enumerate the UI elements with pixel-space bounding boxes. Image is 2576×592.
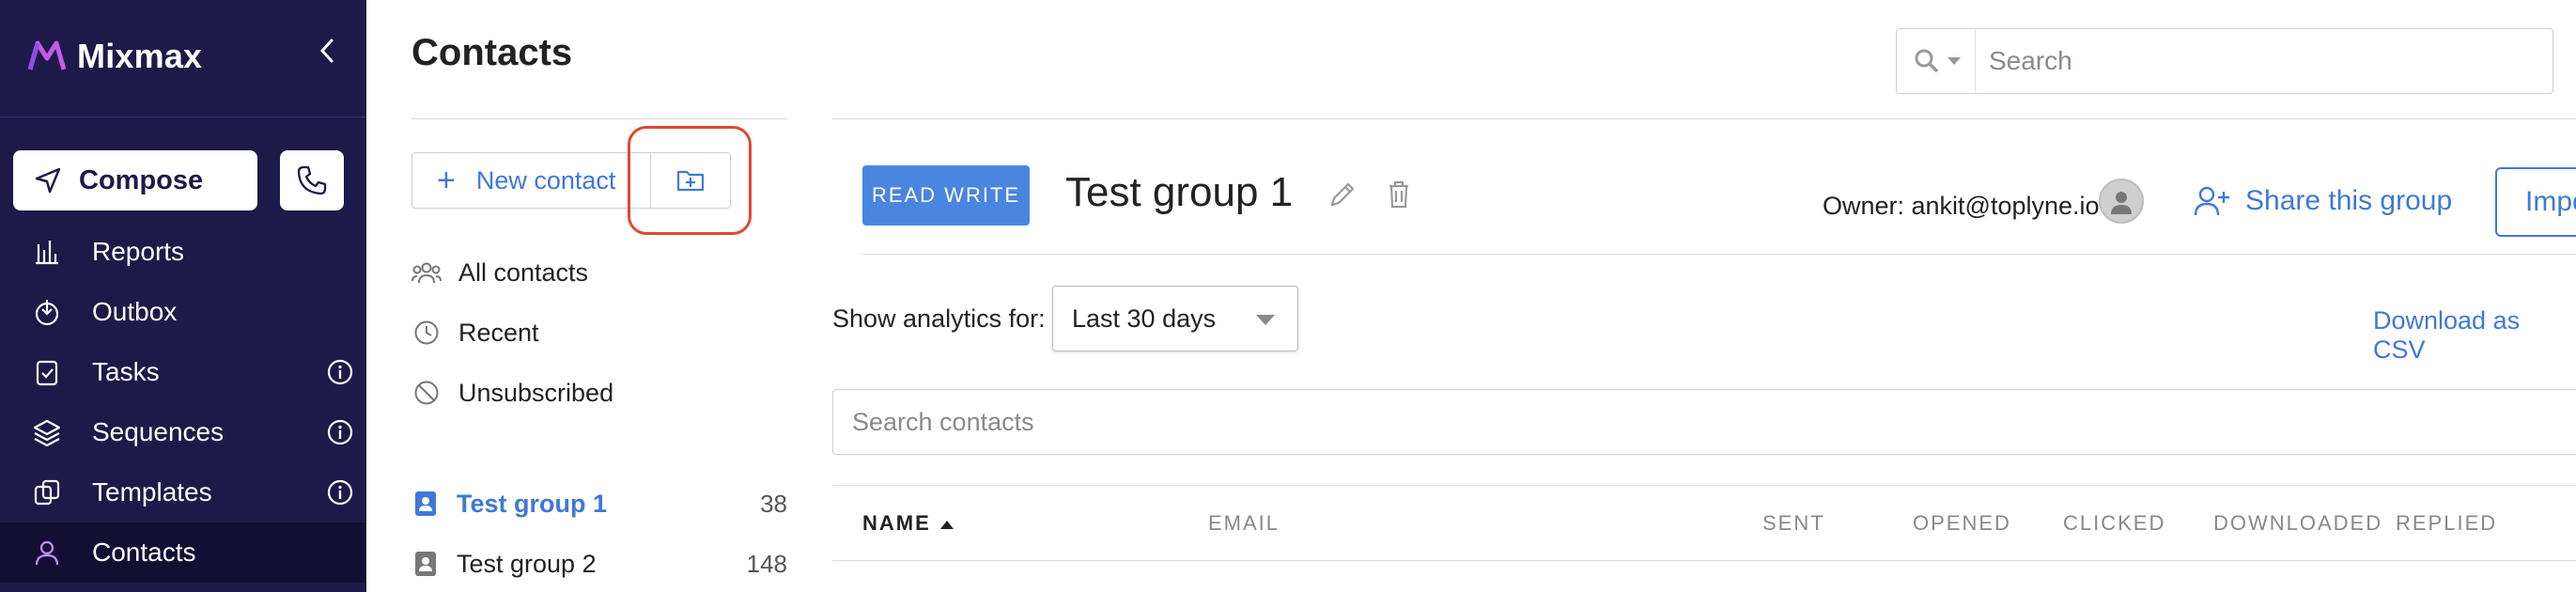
reports-icon	[30, 235, 64, 269]
sidebar-item-templates[interactable]: Templates	[0, 462, 366, 522]
download-csv-link[interactable]: Download as CSV	[2373, 306, 2576, 365]
sort-ascending-icon	[939, 520, 954, 529]
filter-recent[interactable]: Recent	[411, 312, 539, 353]
sidebar: Mixmax Compose Reports Outbox Tasks Sequ…	[0, 0, 366, 592]
group-name: Test group 2	[457, 549, 597, 578]
sidebar-item-reports[interactable]: Reports	[0, 222, 366, 282]
chevron-down-icon	[1948, 57, 1961, 65]
group-item[interactable]: Test group 1 38	[411, 481, 787, 526]
tasks-icon	[30, 355, 64, 389]
info-icon[interactable]	[327, 359, 353, 385]
info-icon[interactable]	[327, 419, 353, 445]
column-header-replied[interactable]: REPLIED	[2396, 511, 2497, 536]
sidebar-item-label: Outbox	[92, 297, 178, 326]
mixmax-logo-icon	[28, 40, 66, 70]
chevron-down-icon	[1256, 315, 1275, 325]
chevron-left-icon	[319, 39, 334, 63]
column-header-sent[interactable]: SENT	[1762, 511, 1825, 536]
table-divider	[832, 485, 2576, 486]
trash-icon[interactable]	[1383, 179, 1415, 210]
group-count: 38	[760, 489, 787, 518]
group-count: 148	[746, 549, 787, 578]
analytics-label: Show analytics for:	[832, 304, 1046, 333]
templates-icon	[30, 475, 64, 509]
blocked-icon	[411, 378, 442, 408]
group-name: Test group 1	[457, 489, 608, 518]
phone-button[interactable]	[280, 150, 344, 210]
sidebar-nav: Reports Outbox Tasks Sequences Templates…	[0, 222, 366, 583]
sequences-icon	[30, 415, 64, 449]
sidebar-item-tasks[interactable]: Tasks	[0, 342, 366, 402]
column-header-opened[interactable]: OPENED	[1913, 511, 2011, 536]
info-icon[interactable]	[327, 479, 353, 506]
phone-icon	[297, 165, 327, 195]
analytics-range-select[interactable]: Last 30 days	[1052, 286, 1298, 351]
column-header-name[interactable]: NAME	[862, 511, 954, 536]
column-header-email[interactable]: EMAIL	[1208, 511, 1280, 536]
sidebar-item-label: Reports	[92, 237, 185, 266]
new-contact-button[interactable]: + New contact	[411, 152, 650, 209]
share-group-button[interactable]: Share this group	[2193, 184, 2452, 218]
avatar	[2099, 179, 2144, 224]
app-root: Mixmax Compose Reports Outbox Tasks Sequ…	[0, 0, 2576, 592]
clock-icon	[411, 318, 442, 348]
contact-book-icon	[415, 552, 436, 576]
compose-button[interactable]: Compose	[13, 150, 257, 210]
filter-label: All contacts	[458, 257, 589, 287]
people-icon	[411, 257, 442, 288]
plus-icon: +	[437, 163, 456, 198]
filter-all-contacts[interactable]: All contacts	[411, 252, 588, 293]
new-contact-label: New contact	[475, 165, 616, 195]
brand[interactable]: Mixmax	[28, 34, 202, 79]
column-header-clicked[interactable]: CLICKED	[2063, 511, 2165, 536]
compose-label: Compose	[79, 164, 204, 195]
group-title: Test group 1	[1065, 169, 1294, 215]
contacts-search-input[interactable]: Search contacts	[832, 389, 2576, 455]
pencil-icon[interactable]	[1327, 179, 1358, 210]
group-item[interactable]: Test group 2 148	[411, 541, 787, 586]
global-search[interactable]: Search	[1896, 28, 2553, 94]
search-icon	[1915, 49, 1939, 73]
send-icon	[35, 167, 61, 194]
search-input[interactable]: Search	[1989, 46, 2072, 76]
outbox-icon	[30, 295, 64, 329]
sidebar-item-label: Templates	[92, 477, 212, 506]
contacts-icon	[30, 536, 64, 569]
import-button[interactable]: Impo	[2495, 167, 2576, 237]
add-user-icon	[2194, 186, 2229, 216]
sidebar-item-sequences[interactable]: Sequences	[0, 402, 366, 462]
collapse-sidebar-button[interactable]	[310, 34, 344, 68]
column-header-downloaded[interactable]: DOWNLOADED	[2213, 511, 2382, 536]
filter-unsubscribed[interactable]: Unsubscribed	[411, 372, 613, 413]
permission-badge: READ WRITE	[862, 165, 1030, 226]
contact-book-icon	[415, 491, 436, 516]
filter-label: Unsubscribed	[458, 378, 614, 407]
analytics-range-value: Last 30 days	[1072, 304, 1217, 333]
highlight-annotation	[628, 126, 752, 235]
group-owner: Owner: ankit@toplyne.io	[1823, 192, 2100, 220]
page-title: Contacts	[411, 32, 573, 73]
brand-name: Mixmax	[77, 37, 203, 75]
search-scope-dropdown[interactable]	[1897, 29, 1976, 93]
share-label: Share this group	[2245, 185, 2453, 216]
column-header-label: NAME	[862, 511, 931, 535]
divider	[862, 254, 2576, 255]
table-divider	[832, 560, 2576, 561]
user-icon	[2111, 192, 2132, 214]
divider	[832, 118, 2576, 119]
divider	[411, 118, 787, 119]
sidebar-item-contacts[interactable]: Contacts	[0, 522, 366, 583]
filter-label: Recent	[458, 318, 539, 347]
sidebar-item-label: Contacts	[92, 537, 196, 567]
sidebar-item-label: Sequences	[92, 417, 225, 446]
sidebar-item-label: Tasks	[92, 357, 160, 386]
sidebar-item-outbox[interactable]: Outbox	[0, 282, 366, 342]
